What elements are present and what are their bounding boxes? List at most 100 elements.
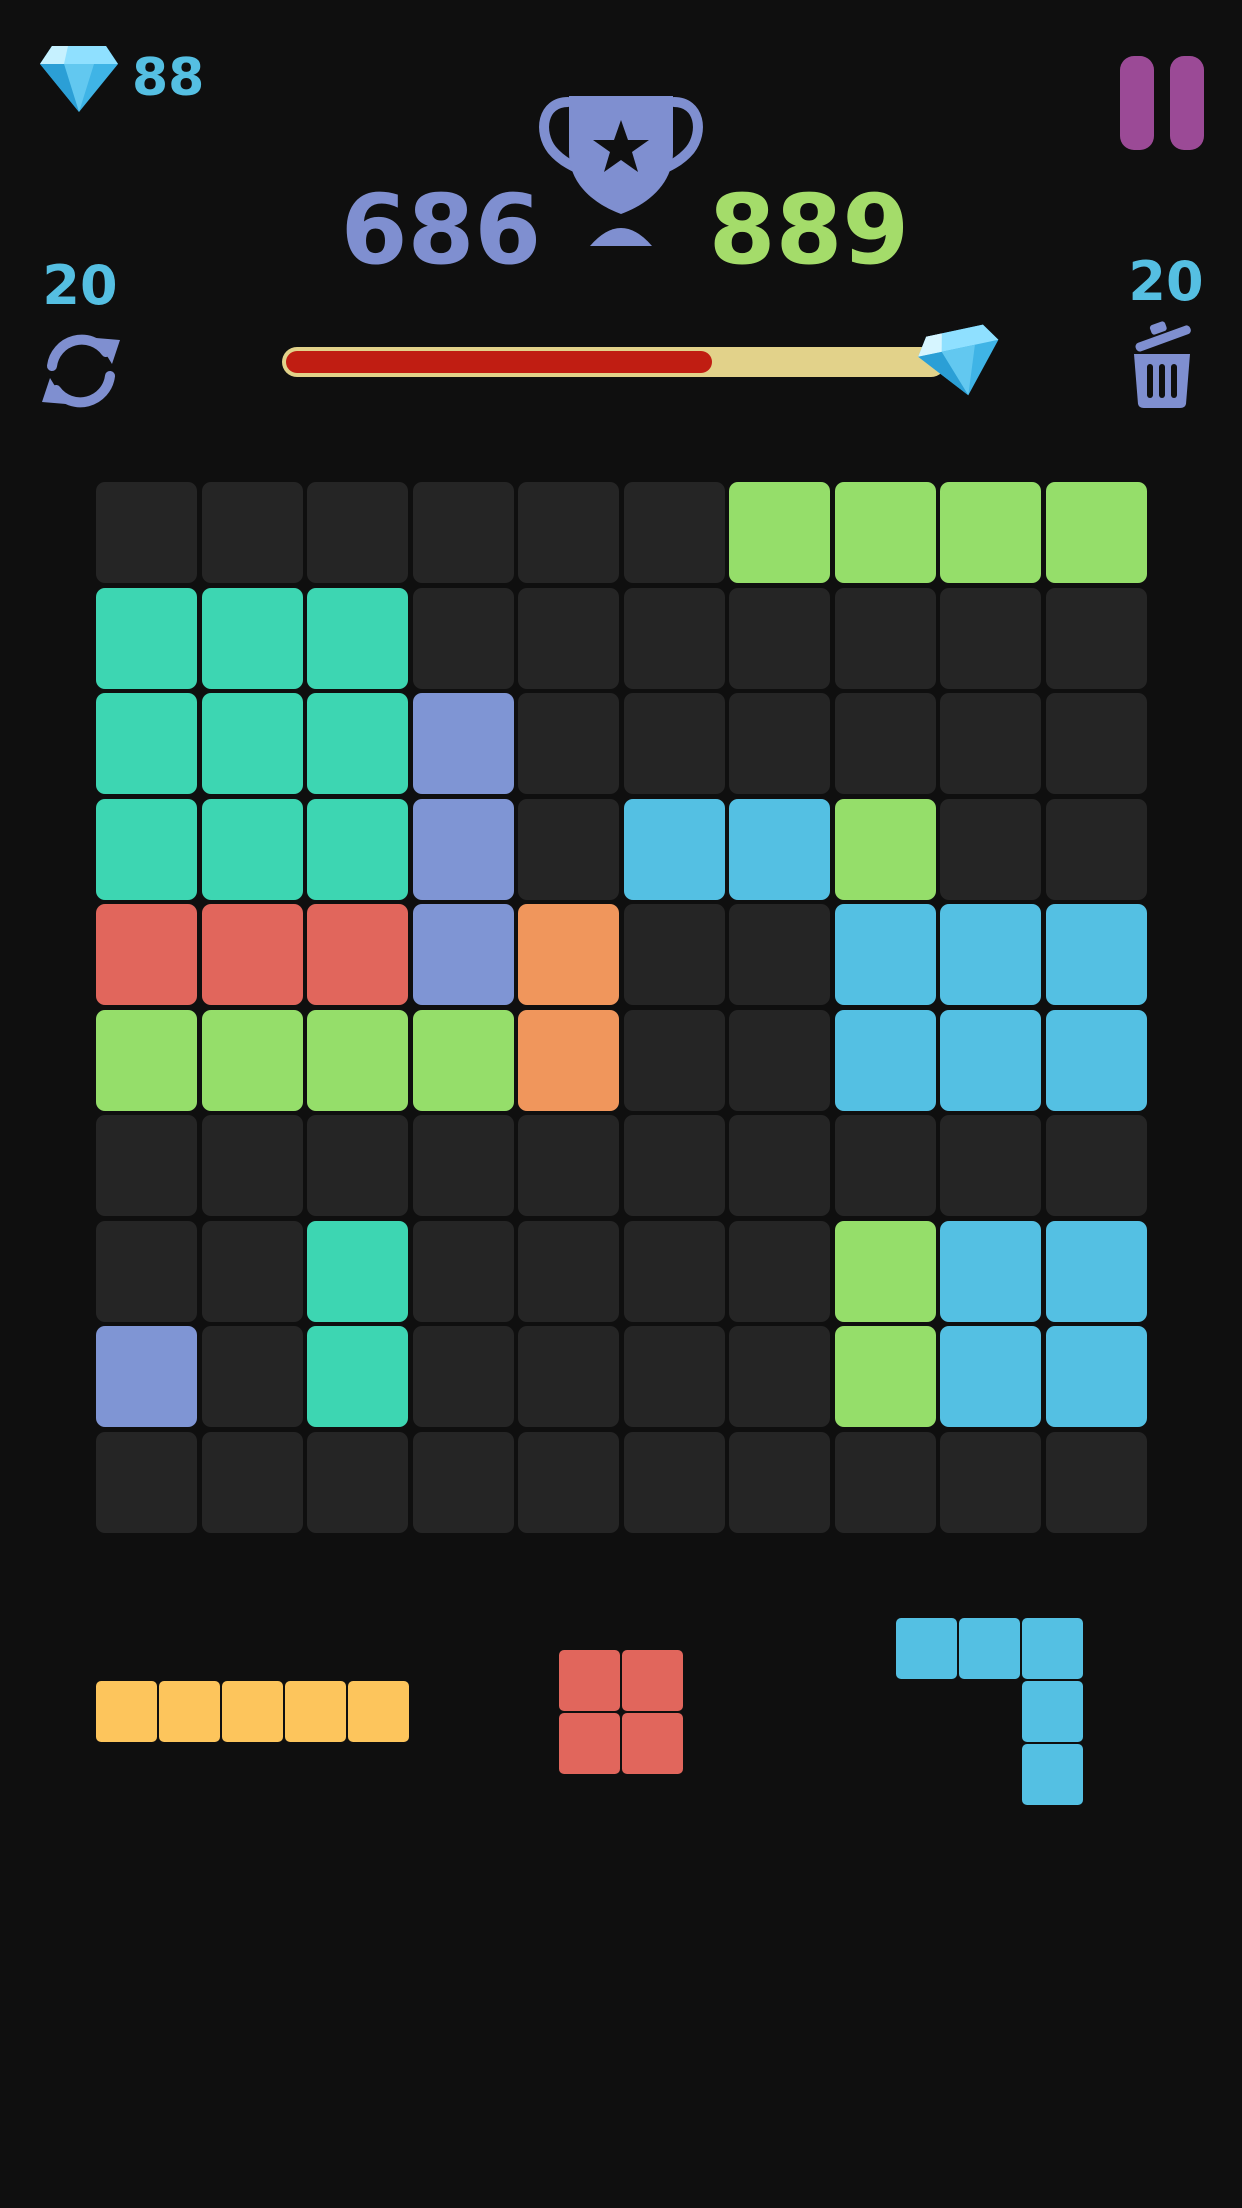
board-cell-empty[interactable] [729,1115,830,1216]
board-cell-filled[interactable] [202,693,303,794]
board-cell-filled[interactable] [413,799,514,900]
board-cell-filled[interactable] [413,693,514,794]
board-cell-empty[interactable] [96,482,197,583]
board-cell-empty[interactable] [202,1326,303,1427]
board-cell-empty[interactable] [307,1115,408,1216]
board-cell-empty[interactable] [729,904,830,1005]
board-cell-filled[interactable] [307,904,408,1005]
board-cell-empty[interactable] [413,588,514,689]
board-cell-empty[interactable] [518,588,619,689]
board-cell-empty[interactable] [202,1115,303,1216]
board-cell-empty[interactable] [518,1432,619,1533]
board-cell-empty[interactable] [1046,588,1147,689]
board-cell-filled[interactable] [202,904,303,1005]
board-cell-empty[interactable] [96,1221,197,1322]
board-cell-filled[interactable] [307,1326,408,1427]
board-cell-empty[interactable] [835,693,936,794]
board-cell-empty[interactable] [413,1432,514,1533]
board-cell-filled[interactable] [1046,1010,1147,1111]
refresh-button[interactable] [38,330,124,412]
board-cell-empty[interactable] [940,1432,1041,1533]
board-cell-empty[interactable] [518,693,619,794]
board-cell-filled[interactable] [835,482,936,583]
board-cell-empty[interactable] [940,588,1041,689]
board-cell-empty[interactable] [1046,1115,1147,1216]
board-cell-filled[interactable] [96,799,197,900]
board-cell-filled[interactable] [307,799,408,900]
board-cell-empty[interactable] [518,1115,619,1216]
board-cell-filled[interactable] [940,482,1041,583]
board-cell-filled[interactable] [1046,1221,1147,1322]
board-cell-empty[interactable] [1046,1432,1147,1533]
board-cell-empty[interactable] [624,588,725,689]
board-cell-empty[interactable] [624,1326,725,1427]
board-cell-empty[interactable] [940,1115,1041,1216]
board-cell-filled[interactable] [96,588,197,689]
board-cell-filled[interactable] [96,904,197,1005]
board-cell-empty[interactable] [624,1115,725,1216]
tray-piece[interactable] [96,1681,411,1744]
board-cell-filled[interactable] [518,1010,619,1111]
board-cell-filled[interactable] [96,693,197,794]
board-cell-empty[interactable] [729,693,830,794]
tray-piece[interactable] [896,1618,1085,1807]
board-cell-filled[interactable] [729,482,830,583]
board-cell-filled[interactable] [1046,904,1147,1005]
board-cell-empty[interactable] [518,1221,619,1322]
board-cell-empty[interactable] [624,1432,725,1533]
board-cell-filled[interactable] [624,799,725,900]
board-cell-filled[interactable] [518,904,619,1005]
board-cell-filled[interactable] [307,1010,408,1111]
board-cell-filled[interactable] [307,1221,408,1322]
board-cell-empty[interactable] [1046,693,1147,794]
board-cell-filled[interactable] [96,1326,197,1427]
board-cell-empty[interactable] [624,482,725,583]
board-cell-empty[interactable] [624,693,725,794]
board-cell-empty[interactable] [413,1115,514,1216]
board-cell-filled[interactable] [202,588,303,689]
board-cell-empty[interactable] [624,1010,725,1111]
board-cell-empty[interactable] [835,588,936,689]
board-cell-empty[interactable] [307,1432,408,1533]
board-cell-empty[interactable] [518,799,619,900]
board-cell-empty[interactable] [202,1432,303,1533]
board-cell-empty[interactable] [729,588,830,689]
board-cell-filled[interactable] [729,799,830,900]
board-cell-filled[interactable] [835,904,936,1005]
pause-button[interactable] [1120,56,1204,150]
board-cell-empty[interactable] [413,482,514,583]
board-cell-filled[interactable] [307,693,408,794]
board-cell-filled[interactable] [413,1010,514,1111]
board-cell-empty[interactable] [729,1221,830,1322]
board-cell-empty[interactable] [96,1432,197,1533]
board-cell-empty[interactable] [307,482,408,583]
board-cell-filled[interactable] [940,1010,1041,1111]
board-cell-filled[interactable] [202,1010,303,1111]
board-cell-empty[interactable] [729,1010,830,1111]
board-cell-filled[interactable] [835,1221,936,1322]
board-cell-filled[interactable] [413,904,514,1005]
board-cell-empty[interactable] [413,1221,514,1322]
board-cell-empty[interactable] [940,693,1041,794]
board-cell-empty[interactable] [729,1326,830,1427]
board-cell-filled[interactable] [835,1326,936,1427]
board-cell-filled[interactable] [307,588,408,689]
board-cell-empty[interactable] [518,482,619,583]
trash-button[interactable] [1128,320,1196,410]
board-cell-filled[interactable] [96,1010,197,1111]
board-cell-empty[interactable] [835,1115,936,1216]
board-cell-empty[interactable] [202,1221,303,1322]
board-cell-empty[interactable] [624,1221,725,1322]
board-cell-empty[interactable] [96,1115,197,1216]
tray-piece[interactable] [559,1650,685,1776]
board-cell-empty[interactable] [518,1326,619,1427]
board-cell-empty[interactable] [413,1326,514,1427]
board-cell-filled[interactable] [202,799,303,900]
board-cell-filled[interactable] [1046,482,1147,583]
board-cell-empty[interactable] [202,482,303,583]
board-cell-empty[interactable] [624,904,725,1005]
board-cell-empty[interactable] [940,799,1041,900]
board-cell-empty[interactable] [835,1432,936,1533]
board-cell-filled[interactable] [1046,1326,1147,1427]
board-cell-filled[interactable] [940,1221,1041,1322]
